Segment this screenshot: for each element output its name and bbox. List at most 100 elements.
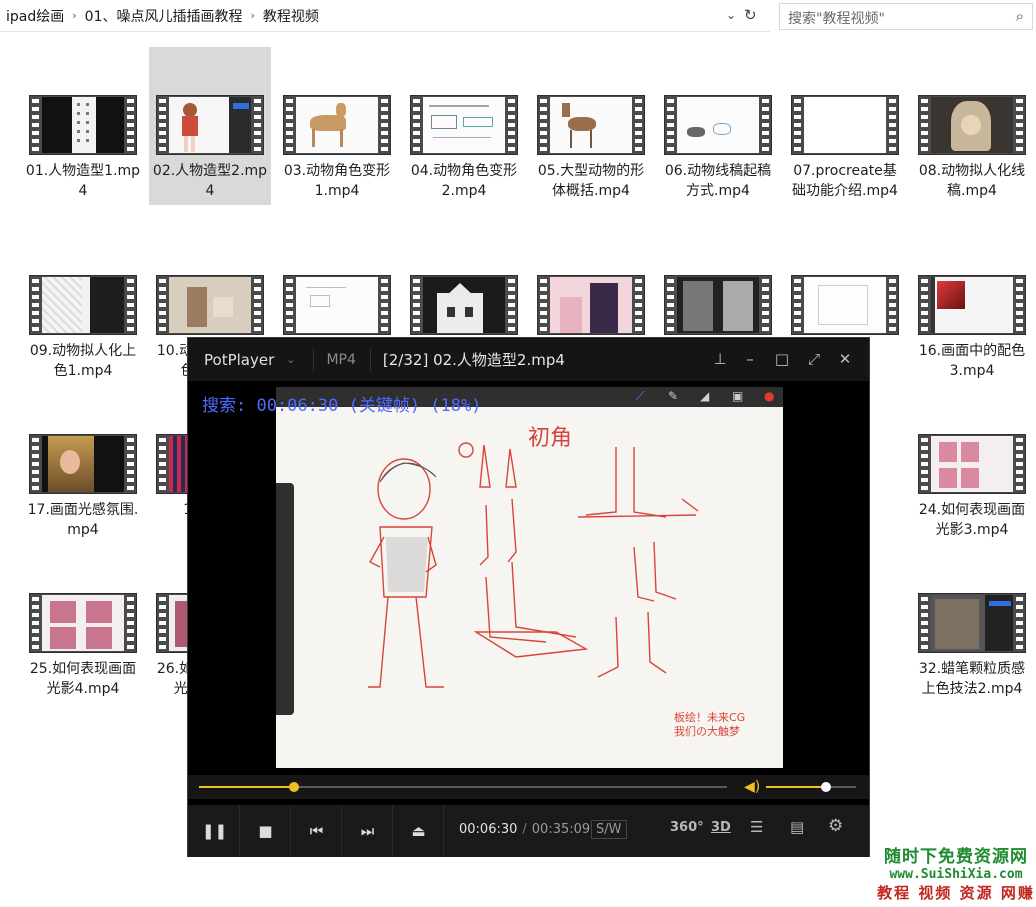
breadcrumb-root[interactable]: ipad绘画 (0, 6, 70, 26)
video-thumbnail (410, 95, 518, 155)
playlist-icon[interactable]: ▤ (790, 818, 804, 836)
file-name: 24.如何表现画面光影3.mp4 (918, 502, 1026, 538)
file-name: 05.大型动物的形体概括.mp4 (537, 163, 645, 199)
breadcrumb-current[interactable]: 教程视频 (257, 6, 325, 26)
previous-button[interactable]: ⏮ (292, 805, 342, 857)
volume-icon[interactable]: ◀) (744, 779, 760, 795)
file-item-selected[interactable]: 02.人物造型2.mp4 (149, 47, 271, 205)
file-name: 16.画面中的配色3.mp4 (918, 343, 1026, 379)
breadcrumb-folder[interactable]: 01、噪点风儿插插画教程 (79, 6, 249, 26)
video-thumbnail (156, 275, 264, 335)
duration: 00:35:09 (531, 822, 591, 837)
file-item[interactable]: 03.动物角色变形1.mp4 (276, 95, 398, 205)
minimize-icon[interactable]: – (741, 350, 759, 368)
file-name: 08.动物拟人化线稿.mp4 (918, 163, 1026, 199)
file-item[interactable]: 09.动物拟人化上色1.mp4 (22, 275, 144, 385)
file-item[interactable]: 16.画面中的配色3.mp4 (911, 275, 1033, 385)
stop-button[interactable]: ■ (241, 805, 291, 857)
stop-icon: ■ (258, 822, 273, 840)
potplayer-window[interactable]: PotPlayer ⌄ MP4 [2/32] 02.人物造型2.mp4 ⊥ – … (187, 337, 870, 857)
file-item[interactable]: 05.大型动物的形体概括.mp4 (530, 95, 652, 205)
search-icon[interactable]: ⌕ (1016, 7, 1024, 25)
video-thumbnail (156, 95, 264, 155)
file-item[interactable] (530, 275, 652, 335)
next-button[interactable]: ⏭ (343, 805, 393, 857)
time-display: 00:06:30 / 00:35:09 (459, 822, 590, 837)
pin-icon[interactable]: ⊥ (711, 350, 729, 368)
sw-decoder-button[interactable]: S/W (591, 820, 627, 839)
video-thumbnail (791, 275, 899, 335)
seek-osd: 搜索: 00:06:30 (关键帧) (18%) (202, 396, 482, 416)
video-thumbnail (537, 275, 645, 335)
file-item[interactable]: 32.蜡笔颗粒质感上色技法2.mp4 (911, 593, 1033, 723)
file-item[interactable]: 06.动物线稿起稿方式.mp4 (657, 95, 779, 205)
refresh-icon[interactable]: ↻ (744, 6, 762, 24)
title-divider (369, 348, 371, 371)
pause-button[interactable]: ❚❚ (190, 805, 240, 857)
file-item[interactable] (403, 275, 525, 335)
seek-track[interactable] (199, 782, 727, 792)
format-label: MP4 (313, 348, 356, 371)
playlist-search-icon[interactable]: ☰ (750, 818, 763, 836)
volume-track[interactable] (766, 782, 856, 792)
gear-icon[interactable]: ⚙ (828, 816, 843, 836)
video-frame[interactable]: ⟋ ✎ ◢ ▣ ● 初角 板绘！未来CG 我们の大触梦 (276, 387, 783, 768)
video-thumbnail (918, 434, 1026, 494)
search-input[interactable]: 搜索"教程视频" ⌕ (779, 3, 1033, 30)
close-icon[interactable]: ✕ (836, 350, 854, 368)
video-thumbnail (29, 434, 137, 494)
fullscreen-icon[interactable]: ⤢ (805, 350, 823, 368)
player-app-menu[interactable]: PotPlayer (188, 351, 274, 369)
video-thumbnail (537, 95, 645, 155)
breadcrumb-separator-icon[interactable]: › (70, 9, 78, 22)
explorer-window: ipad绘画 › 01、噪点风儿插插画教程 › 教程视频 ⌄ ↻ 搜索"教程视频… (0, 0, 1036, 907)
seek-bar[interactable]: ◀) (188, 775, 869, 799)
video-thumbnail (410, 275, 518, 335)
file-item[interactable]: 08.动物拟人化线稿.mp4 (911, 95, 1033, 205)
address-bar[interactable]: ipad绘画 › 01、噪点风儿插插画教程 › 教程视频 ⌄ ↻ (0, 0, 770, 32)
file-name: 09.动物拟人化上色1.mp4 (29, 343, 137, 379)
video-thumbnail (664, 95, 772, 155)
3d-icon[interactable]: 3D (711, 820, 731, 835)
video-thumbnail (283, 275, 391, 335)
player-title: [2/32] 02.人物造型2.mp4 (382, 351, 565, 369)
watermark-line2: www.SuiShiXia.com (889, 867, 1023, 882)
file-item[interactable]: 04.动物角色变形2.mp4 (403, 95, 525, 205)
file-name: 17.画面光感氛围.mp4 (27, 502, 139, 538)
sketch-drawing: 初角 板绘！未来CG 我们の大触梦 (368, 426, 745, 738)
file-item[interactable]: 07.procreate基础功能介绍.mp4 (784, 95, 906, 225)
maximize-icon[interactable]: □ (773, 350, 791, 368)
watermark-line3: 教程 视频 资源 网赚 (877, 884, 1035, 902)
video-thumbnail (918, 275, 1026, 335)
pause-icon: ❚❚ (201, 822, 228, 840)
art-caption-1: 板绘！未来CG (674, 710, 745, 724)
video-thumbnail (283, 95, 391, 155)
file-item[interactable]: 17.画面光感氛围.mp4 (22, 434, 144, 544)
file-item[interactable]: 25.如何表现画面光影4.mp4 (22, 593, 144, 703)
previous-icon: ⏮ (309, 822, 324, 840)
file-item[interactable] (784, 275, 906, 335)
file-name: 06.动物线稿起稿方式.mp4 (664, 163, 772, 199)
video-thumbnail (918, 593, 1026, 653)
watermark-line1: 随时下免费资源网 (884, 847, 1028, 867)
current-time: 00:06:30 (459, 822, 518, 837)
file-name: 03.动物角色变形1.mp4 (283, 163, 391, 199)
video-thumbnail (918, 95, 1026, 155)
file-item[interactable]: 24.如何表现画面光影3.mp4 (911, 434, 1033, 544)
video-thumbnail (29, 95, 137, 155)
breadcrumb-separator-icon[interactable]: › (248, 9, 256, 22)
file-item[interactable]: 01.人物造型1.mp4 (22, 95, 144, 205)
file-item[interactable] (657, 275, 779, 335)
volume-handle[interactable] (821, 782, 832, 792)
seek-handle[interactable] (289, 782, 300, 792)
vr-360-icon[interactable]: 360° (670, 820, 704, 835)
next-icon: ⏭ (360, 822, 375, 840)
watermark: 随时下免费资源网 www.SuiShiXia.com 教程 视频 资源 网赚 (876, 842, 1036, 903)
player-titlebar[interactable]: PotPlayer ⌄ MP4 [2/32] 02.人物造型2.mp4 ⊥ – … (188, 338, 869, 381)
eject-button[interactable]: ⏏ (394, 805, 444, 857)
file-name: 02.人物造型2.mp4 (152, 163, 268, 199)
file-item[interactable] (276, 275, 398, 335)
chevron-down-icon[interactable]: ⌄ (726, 8, 740, 22)
chevron-down-icon[interactable]: ⌄ (274, 353, 295, 366)
volume-level (766, 786, 827, 788)
